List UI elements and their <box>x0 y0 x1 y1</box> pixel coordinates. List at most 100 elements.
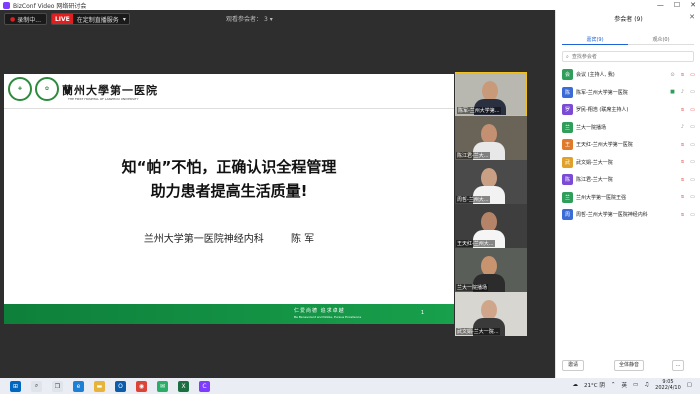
mic-muted-icon[interactable]: ⦸ <box>680 212 685 218</box>
tab-audience[interactable]: 观众(0) <box>628 35 694 45</box>
video-tile[interactable]: 周哲-兰州大... <box>455 160 527 204</box>
participant-tabs: 嘉宾(9) 观众(0) <box>562 35 694 45</box>
close-panel-button[interactable]: ✕ <box>689 13 695 21</box>
mic-muted-icon[interactable]: ⦸ <box>680 142 685 148</box>
camera-icon[interactable]: ▭ <box>690 194 695 200</box>
live-stream-button[interactable]: LIVE 在定制直播服务 ▾ <box>50 13 130 25</box>
mute-all-button[interactable]: 全体静音 <box>614 360 644 371</box>
live-text: 在定制直播服务 <box>76 16 119 24</box>
minimize-button[interactable]: — <box>657 0 664 10</box>
sharing-screen-icon: ■ <box>670 89 675 96</box>
invite-button[interactable]: 邀请 <box>562 360 584 371</box>
windows-start-icon[interactable]: ⊞ <box>10 380 21 392</box>
recording-button[interactable]: ● 录制中... <box>4 13 47 25</box>
list-item[interactable]: 周 周哲-兰州大学第一医院神经内科 ⦸ ▭ <box>562 206 697 224</box>
video-tile[interactable]: 陈军-兰州大学第... <box>455 72 527 116</box>
avatar: 武 <box>562 156 573 168</box>
video-tile-name: 周哲-兰州大... <box>456 196 490 203</box>
participant-name: 会议 (主持人, 我) <box>576 72 615 79</box>
video-tile[interactable]: 兰大一院播场 <box>455 248 527 292</box>
participant-name: 王天红-兰州大学第一医院 <box>576 142 633 149</box>
camera-icon[interactable]: ▭ <box>690 124 695 130</box>
avatar: 周 <box>562 209 573 221</box>
close-window-button[interactable]: ✕ <box>690 0 696 10</box>
mic-muted-icon[interactable]: ⦸ <box>680 177 685 183</box>
wechat-icon[interactable]: ✉ <box>157 380 168 392</box>
notification-icon[interactable]: ▢ <box>687 382 692 388</box>
search-input[interactable]: ⌕ 查找参会者 <box>562 51 694 62</box>
camera-icon[interactable]: ▭ <box>690 177 695 183</box>
list-item[interactable]: 武 武文娟-兰大一院 ⦸ ▭ <box>562 154 697 172</box>
camera-icon[interactable]: ▭ <box>690 142 695 148</box>
mic-icon[interactable]: ♪ <box>680 89 685 95</box>
slide-header: ✚ ✿ 蘭州大學第一医院 THE FIRST HOSPITAL OF LANZH… <box>4 74 454 109</box>
share-icon: ⊙ <box>670 71 675 78</box>
list-item[interactable]: 罗 罗民-翔浩 (联席主持人) ⦸ ▭ <box>562 101 697 119</box>
weather-text[interactable]: 21°C 阴 <box>584 381 605 389</box>
slide-department: 兰州大学第一医院神经内科 陈 军 <box>4 230 454 245</box>
excel-icon[interactable]: X <box>178 380 189 392</box>
hospital-english-name: THE FIRST HOSPITAL OF LANZHOU UNIVERSITY <box>68 97 139 101</box>
mic-muted-icon[interactable]: ⦸ <box>680 159 685 165</box>
video-tile-name: 陈军-兰州大学第... <box>457 107 501 114</box>
university-emblem-icon: ✿ <box>35 77 59 101</box>
participant-name: 周哲-兰州大学第一医院神经内科 <box>576 212 648 219</box>
file-explorer-icon[interactable]: ▬ <box>94 380 105 392</box>
list-item[interactable]: 兰 兰州大学第一医院王强 ⦸ ▭ <box>562 189 697 207</box>
participant-name: 兰州大学第一医院王强 <box>576 194 627 201</box>
video-tile[interactable]: 王天红-兰州大... <box>455 204 527 248</box>
avatar: 王 <box>562 139 573 151</box>
camera-icon[interactable]: ▭ <box>690 159 695 165</box>
camera-icon[interactable]: ▭ <box>690 212 695 218</box>
viewer-count-label: 观看参会者： <box>226 16 263 23</box>
video-tile-name: 兰大一院播场 <box>456 284 489 291</box>
mic-muted-icon[interactable]: ⦸ <box>680 107 685 113</box>
list-item[interactable]: 兰 兰大一院播场 ♪ ▭ <box>562 119 697 137</box>
task-view-icon[interactable]: ❐ <box>52 380 63 392</box>
list-item[interactable]: 陈 陈军-兰州大学第一医院 ■ ♪ ▭ <box>562 84 697 102</box>
mic-icon[interactable]: ♪ <box>680 124 685 130</box>
recording-label: 录制中... <box>17 16 41 24</box>
system-tray: ☁ 21°C 阴 ⌃ 英 ▭ ♫ 9:05 2022/4/10 ▢ <box>573 379 692 391</box>
avatar: 兰 <box>562 191 573 203</box>
camera-icon[interactable]: ▭ <box>690 89 695 95</box>
network-icon[interactable]: ▭ <box>633 382 638 388</box>
edge-browser-icon[interactable]: e <box>73 380 84 392</box>
video-tile[interactable]: 武文娟-兰大一院... <box>455 292 527 336</box>
record-icon: ● <box>10 15 16 23</box>
avatar: 罗 <box>562 104 573 116</box>
camera-off-icon[interactable]: ▭ <box>690 107 695 113</box>
video-tile-name: 王天红-兰州大... <box>456 240 495 247</box>
participant-name: 陈江君-兰大一院 <box>576 177 613 184</box>
taskbar: ⊞ ⌕ ❐ e ▬ O ◉ ✉ X C ☁ 21°C 阴 ⌃ 英 ▭ ♫ 9:0… <box>0 378 700 394</box>
tab-guests[interactable]: 嘉宾(9) <box>562 35 628 45</box>
viewer-count: 观看参会者： 3 ▾ <box>226 14 273 23</box>
more-button[interactable]: ... <box>672 360 684 371</box>
maximize-button[interactable]: ☐ <box>674 0 680 10</box>
mic-muted-icon[interactable]: ⦸ <box>680 194 685 200</box>
search-icon[interactable]: ⌕ <box>31 380 42 392</box>
camera-off-icon[interactable]: ▭ <box>690 72 695 78</box>
avatar: 兰 <box>562 121 573 133</box>
video-tile[interactable]: 陈江君-兰大... <box>455 116 527 160</box>
bizconf-icon[interactable]: C <box>199 380 210 392</box>
volume-icon[interactable]: ♫ <box>644 382 649 388</box>
video-tile-name: 武文娟-兰大一院... <box>456 328 500 335</box>
outlook-icon[interactable]: O <box>115 380 126 392</box>
participants-panel: 参会者 (9) ✕ 嘉宾(9) 观众(0) ⌕ 查找参会者 会 会议 (主持人,… <box>555 10 700 378</box>
title-bar: BizConf Video 网络研讨会 — ☐ ✕ <box>0 0 700 10</box>
input-language[interactable]: 英 <box>622 381 628 389</box>
chrome-icon[interactable]: ◉ <box>136 380 147 392</box>
list-item[interactable]: 会 会议 (主持人, 我) ⊙ ⦸ ▭ <box>562 66 697 84</box>
live-tag: LIVE <box>51 14 73 24</box>
chevron-up-icon[interactable]: ⌃ <box>611 382 616 388</box>
list-item[interactable]: 陈 陈江君-兰大一院 ⦸ ▭ <box>562 171 697 189</box>
list-item[interactable]: 王 王天红-兰州大学第一医院 ⦸ ▭ <box>562 136 697 154</box>
slide-title-line2: 助力患者提高生活质量! <box>150 182 308 200</box>
search-placeholder: 查找参会者 <box>571 54 597 60</box>
mic-muted-icon[interactable]: ⦸ <box>680 72 685 78</box>
clock[interactable]: 9:05 2022/4/10 <box>655 379 681 391</box>
chevron-down-icon: ▾ <box>122 15 126 23</box>
hospital-emblem-icon: ✚ <box>8 77 32 101</box>
clock-date: 2022/4/10 <box>655 385 681 391</box>
